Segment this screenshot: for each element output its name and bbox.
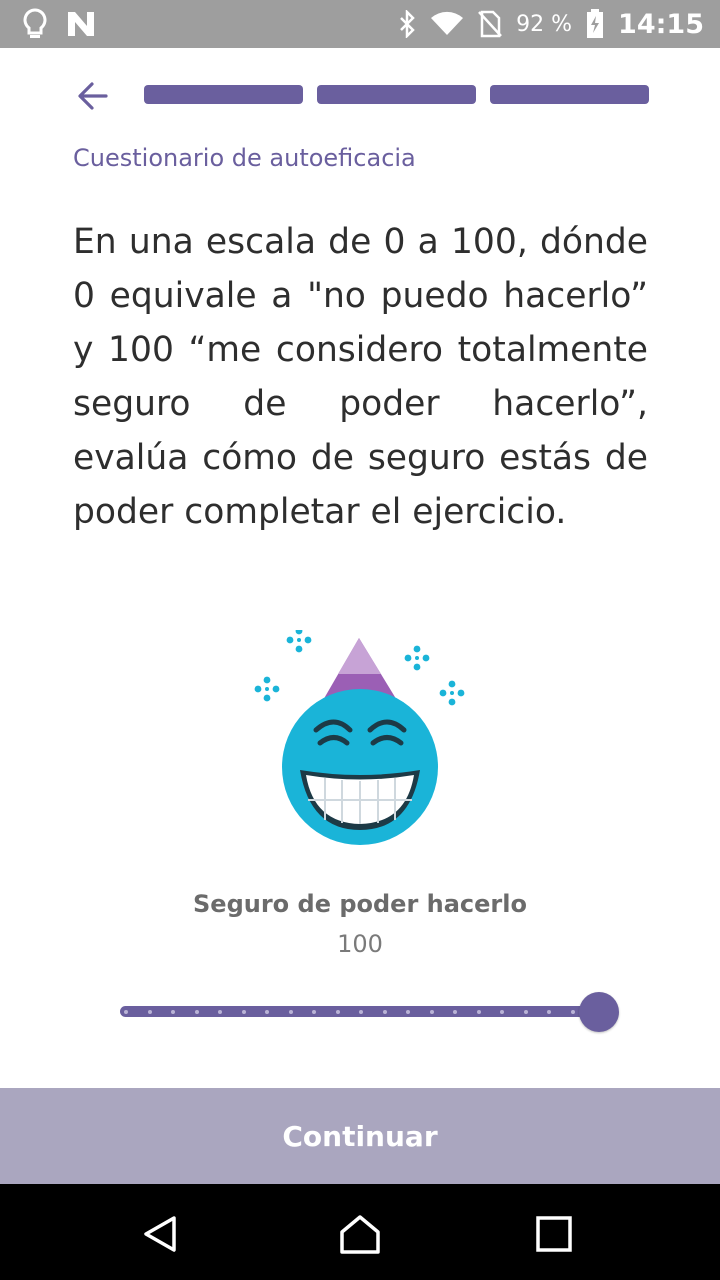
nav-recents-button[interactable] (532, 1212, 576, 1256)
arrow-left-icon (78, 82, 108, 110)
questionnaire-title: Cuestionario de autoeficacia (73, 144, 416, 172)
scale-label: Seguro de poder hacerlo (193, 890, 527, 918)
nav-back-button[interactable] (138, 1212, 182, 1256)
battery-icon (586, 9, 604, 39)
slider-thumb[interactable] (579, 992, 619, 1032)
status-bar: 92 % 14:15 (0, 0, 720, 48)
progress-segment (317, 85, 476, 104)
slider-tick (147, 1010, 152, 1014)
wifi-icon (430, 11, 464, 37)
scale-value: 100 (337, 930, 383, 958)
slider-tick (218, 1010, 222, 1014)
lightbulb-icon (22, 8, 48, 40)
recents-icon (536, 1216, 572, 1252)
party-face-emoji (250, 627, 470, 855)
slider-tick (429, 1010, 434, 1014)
slider-tick (382, 1010, 387, 1014)
continue-button[interactable]: Continuar (0, 1088, 720, 1184)
progress-segment (144, 85, 303, 104)
bluetooth-icon (398, 10, 416, 38)
slider-tick (194, 1010, 199, 1014)
slider-tick (523, 1010, 528, 1014)
system-nav-bar (0, 1184, 720, 1280)
nav-home-button[interactable] (338, 1212, 382, 1256)
slider-tick (453, 1010, 457, 1014)
slider-tick (335, 1010, 340, 1014)
slider-tick (241, 1010, 246, 1014)
home-icon (340, 1215, 380, 1254)
slider-tick (547, 1010, 551, 1014)
slider-ticks (120, 1009, 602, 1015)
slider-tick (312, 1010, 316, 1014)
slider-tick (500, 1010, 504, 1014)
slider-tick (171, 1010, 175, 1014)
slider-tick (476, 1010, 481, 1014)
slider-tick (406, 1010, 410, 1014)
n-icon (66, 10, 96, 38)
progress-segment (490, 85, 649, 104)
slider-tick (124, 1010, 128, 1014)
no-sim-icon (478, 10, 503, 38)
confidence-slider[interactable] (118, 990, 622, 1034)
slider-tick (288, 1010, 293, 1014)
slider-tick (265, 1010, 269, 1014)
slider-tick (570, 1010, 575, 1014)
progress-indicator (144, 85, 649, 104)
battery-percent: 92 % (516, 11, 573, 37)
question-text: En una escala de 0 a 100, dónde 0 equiva… (73, 222, 648, 532)
slider-tick (359, 1010, 363, 1014)
clock: 14:15 (618, 8, 704, 40)
back-button[interactable] (72, 74, 116, 118)
back-triangle-icon (144, 1216, 176, 1252)
